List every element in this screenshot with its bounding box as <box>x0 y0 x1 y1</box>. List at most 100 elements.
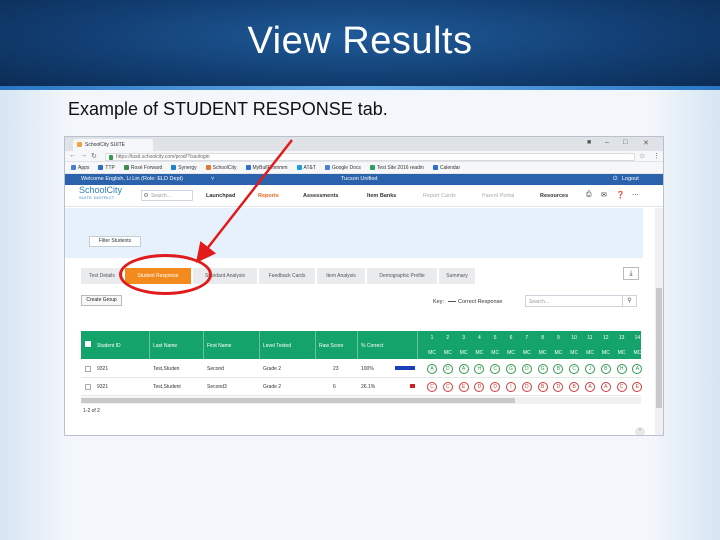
question-number[interactable]: 4 <box>472 335 486 341</box>
response-bubble[interactable]: C <box>490 364 501 374</box>
row-checkbox[interactable] <box>85 384 91 390</box>
response-bubble[interactable]: D <box>442 364 453 374</box>
profile-icon[interactable]: ■ <box>587 139 591 146</box>
vertical-scrollbar[interactable] <box>655 208 663 435</box>
question-number[interactable]: 10 <box>567 335 581 341</box>
bookmark-item[interactable]: MyBullEmmmm <box>245 165 288 171</box>
question-number[interactable]: 12 <box>599 335 613 341</box>
question-number[interactable]: 3 <box>457 335 471 341</box>
response-bubble[interactable]: A <box>632 364 643 374</box>
response-bubble[interactable]: C <box>569 364 580 374</box>
question-number[interactable]: 9 <box>551 335 565 341</box>
col-first-name[interactable]: First Name <box>207 343 231 349</box>
col-raw-score[interactable]: Raw Score <box>319 343 343 349</box>
logout-link[interactable]: Logout <box>622 176 639 182</box>
response-bubble[interactable]: D <box>474 382 485 392</box>
chevron-down-icon[interactable]: ˅ <box>211 176 214 182</box>
bookmark-item[interactable]: Apps <box>71 165 89 171</box>
response-bubble[interactable]: G <box>506 364 516 374</box>
browser-menu-icon[interactable]: ⋮ <box>653 152 660 160</box>
menu-report-cards[interactable]: Report Cards <box>423 193 456 199</box>
app-search-input[interactable]: Search... <box>141 190 193 201</box>
minimize-icon[interactable]: – <box>605 139 609 146</box>
question-number[interactable]: 2 <box>441 335 455 341</box>
select-all-checkbox[interactable] <box>85 341 91 347</box>
response-bubble[interactable]: B <box>569 382 580 392</box>
bookmark-item[interactable]: AT&T <box>296 165 316 171</box>
bookmark-item[interactable]: Google Docs <box>324 165 361 171</box>
tab-feedback-cards[interactable]: Feedback Cards <box>259 268 317 284</box>
bookmark-item[interactable]: Calendar <box>432 165 460 171</box>
schoolcity-logo[interactable]: SchoolCity SUITE DISTRICT <box>79 186 122 201</box>
forward-icon[interactable]: → <box>80 152 87 159</box>
response-bubble[interactable]: D <box>553 382 564 392</box>
hscroll-thumb[interactable] <box>81 398 515 403</box>
table-search-input[interactable]: Search... ⚲ <box>525 295 637 307</box>
response-bubble[interactable]: E <box>632 382 643 392</box>
response-bubble[interactable]: C <box>616 382 627 392</box>
print-icon[interactable]: ⎙ <box>586 191 592 199</box>
response-bubble[interactable]: J <box>585 364 595 374</box>
response-bubble[interactable]: A <box>427 364 437 374</box>
menu-parent-portal[interactable]: Parent Portal <box>482 193 514 199</box>
question-number[interactable]: 5 <box>488 335 502 341</box>
question-number[interactable]: 7 <box>520 335 534 341</box>
question-number[interactable]: 6 <box>504 335 518 341</box>
bookmark-item[interactable]: TTP <box>98 165 115 171</box>
col-student-id[interactable]: Student ID <box>97 343 121 349</box>
question-number[interactable]: 8 <box>536 335 550 341</box>
browser-tab[interactable]: SchoolCity SUITE <box>73 139 153 151</box>
response-bubble[interactable]: D <box>521 382 532 392</box>
scrollbar-thumb[interactable] <box>656 288 662 408</box>
response-bubble[interactable]: D <box>521 364 532 374</box>
mail-icon[interactable]: ✉ <box>601 191 607 199</box>
question-number[interactable]: 13 <box>615 335 629 341</box>
response-bubble[interactable]: B <box>600 364 611 374</box>
close-window-icon[interactable]: ✕ <box>643 139 649 147</box>
bookmark-item[interactable]: SchoolCity <box>205 165 237 171</box>
menu-launchpad[interactable]: Launchpad <box>206 193 235 199</box>
search-icon[interactable]: ⚲ <box>622 296 636 306</box>
menu-reports[interactable]: Reports <box>258 193 279 199</box>
row-checkbox[interactable] <box>85 366 91 372</box>
response-bubble[interactable]: A <box>458 364 469 374</box>
maximize-icon[interactable]: □ <box>623 139 627 146</box>
menu-resources[interactable]: Resources <box>540 193 568 199</box>
col-level-tested[interactable]: Level Tested <box>263 343 291 349</box>
response-bubble[interactable]: G <box>537 364 548 374</box>
tab-summary[interactable]: Summary <box>439 268 477 284</box>
apps-grid-icon[interactable]: ⋯ <box>632 191 639 199</box>
response-bubble[interactable]: C <box>442 382 453 392</box>
response-bubble[interactable]: B <box>537 382 548 392</box>
response-bubble[interactable]: A <box>600 382 611 392</box>
question-number[interactable]: 14 <box>630 335 644 341</box>
create-group-button[interactable]: Create Group <box>81 295 122 306</box>
col-pct-correct[interactable]: % Correct <box>361 343 383 349</box>
menu-item-banks[interactable]: Item Banks <box>367 193 396 199</box>
bookmark-item[interactable]: Synergy <box>171 165 197 171</box>
response-bubble[interactable]: H <box>474 364 485 374</box>
url-input[interactable]: https://tusd.schoolcity.com/prod/?/ssolo… <box>105 153 635 161</box>
response-bubble[interactable]: C <box>427 382 437 392</box>
power-icon[interactable]: ⏻ <box>613 176 617 183</box>
tab-item-analysis[interactable]: Item Analysis <box>317 268 367 284</box>
response-bubble[interactable]: H <box>616 364 627 374</box>
bookmark-item[interactable]: Test Site 2016 readin <box>369 165 424 171</box>
reload-icon[interactable]: ↻ <box>91 152 97 160</box>
welcome-user[interactable]: Welcome English, Li Lin (Role: ELD Dept) <box>81 176 183 182</box>
tab-demographic-profile[interactable]: Demographic Profile <box>367 268 439 284</box>
horizontal-scrollbar[interactable] <box>81 397 641 404</box>
table-row[interactable]: 9321 Test,Student Second3 Grade 2 6 26.1% C C E D… <box>81 378 643 396</box>
help-icon[interactable]: ❓ <box>616 191 625 199</box>
scroll-top-icon[interactable]: ⌃ <box>635 427 645 435</box>
response-bubble[interactable]: E <box>458 382 469 392</box>
response-bubble[interactable]: D <box>490 382 501 392</box>
question-number[interactable]: 11 <box>583 335 597 341</box>
response-bubble[interactable]: A <box>585 382 595 392</box>
filter-students-button[interactable]: Filter Students <box>89 236 141 247</box>
col-last-name[interactable]: Last Name <box>153 343 177 349</box>
bookmark-star-icon[interactable]: ☆ <box>639 152 645 160</box>
response-bubble[interactable]: I <box>506 382 516 392</box>
download-button[interactable]: ⤓ <box>623 267 639 280</box>
response-bubble[interactable]: B <box>553 364 564 374</box>
